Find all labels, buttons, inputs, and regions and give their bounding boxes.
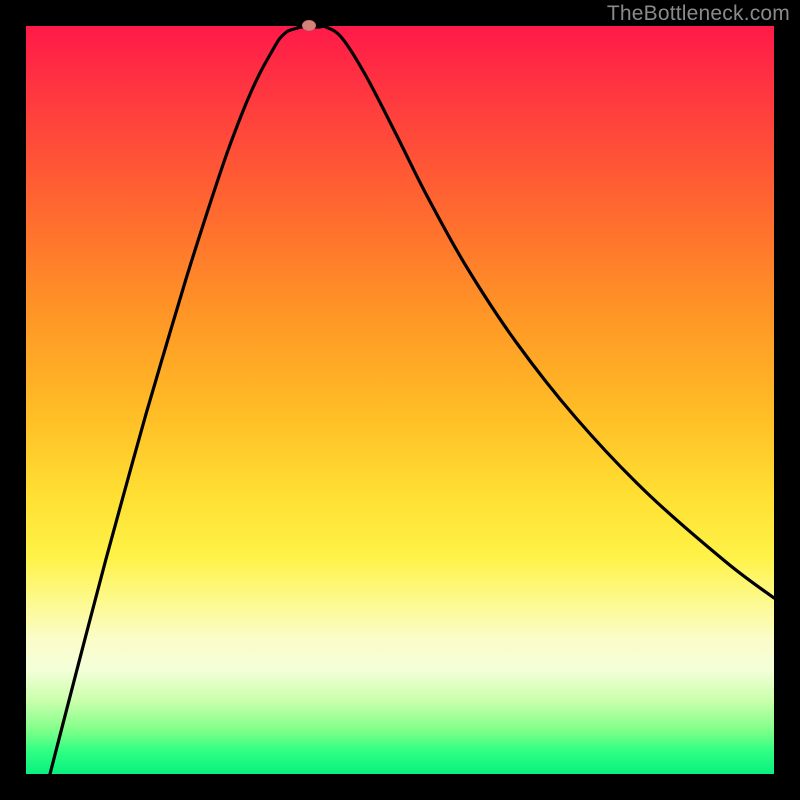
watermark-text: TheBottleneck.com xyxy=(607,2,790,26)
curve-svg xyxy=(26,26,774,774)
bottleneck-curve xyxy=(50,26,774,774)
plot-area xyxy=(26,26,774,774)
optimal-point-marker xyxy=(302,20,316,31)
chart-stage: TheBottleneck.com xyxy=(0,0,800,800)
